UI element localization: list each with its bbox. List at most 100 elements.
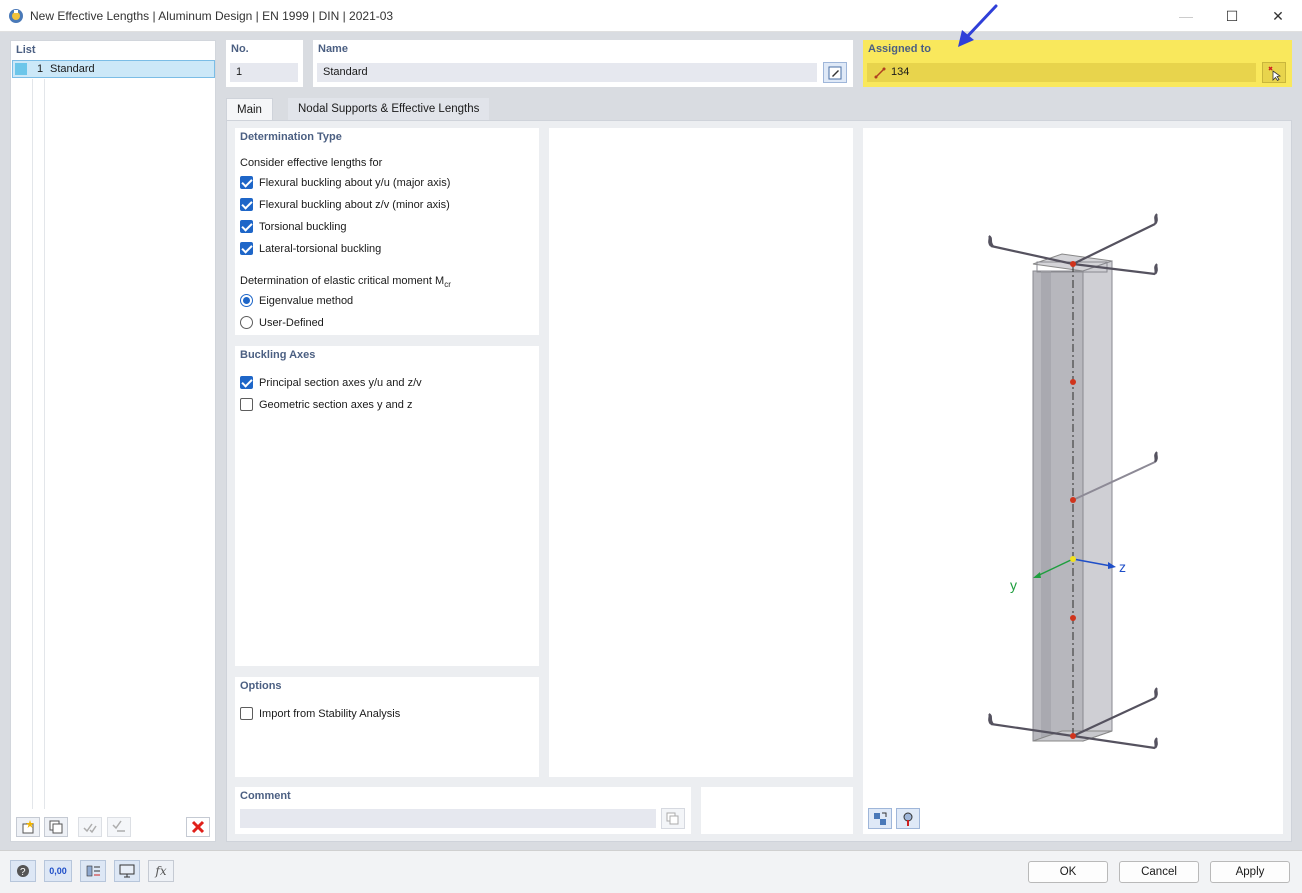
new-item-icon <box>20 819 36 835</box>
flexural-yu-label: Flexural buckling about y/u (major axis) <box>259 177 450 189</box>
name-field[interactable]: Standard <box>317 63 817 82</box>
new-item-button[interactable] <box>16 817 40 837</box>
delete-button[interactable] <box>186 817 210 837</box>
model-icon <box>85 863 101 879</box>
cancel-button[interactable]: Cancel <box>1119 861 1199 883</box>
break-symbol <box>1155 264 1157 274</box>
check-button[interactable] <box>78 817 102 837</box>
mcr-subscript: cr <box>444 280 451 289</box>
select-members-button[interactable] <box>1262 62 1286 83</box>
break-symbol <box>989 714 993 724</box>
mcr-text: Determination of elastic critical moment… <box>240 275 444 287</box>
break-symbol <box>989 236 993 246</box>
torsional-label: Torsional buckling <box>259 221 346 233</box>
node-marker <box>1070 497 1076 503</box>
formula-icon: fx <box>155 864 166 878</box>
middle-panel <box>549 128 853 777</box>
flexural-yu-checkbox[interactable] <box>240 176 253 189</box>
eigenvalue-radio[interactable] <box>240 294 253 307</box>
lateral-torsional-label: Lateral-torsional buckling <box>259 243 381 255</box>
user-defined-label: User-Defined <box>259 317 324 329</box>
delete-icon <box>191 820 205 834</box>
break-symbol <box>1155 214 1157 224</box>
formula-button[interactable]: fx <box>148 860 174 882</box>
number-panel: No. 1 <box>226 40 303 87</box>
ok-button[interactable]: OK <box>1028 861 1108 883</box>
determination-panel: Determination Type Consider effective le… <box>235 128 539 335</box>
check-list-icon <box>82 819 98 835</box>
comment-field[interactable] <box>240 809 656 828</box>
geometric-axes-checkbox[interactable] <box>240 398 253 411</box>
tab-main[interactable]: Main <box>226 98 273 121</box>
comment-header: Comment <box>240 790 291 802</box>
mcr-label: Determination of elastic critical moment… <box>240 275 451 289</box>
copy-icon <box>48 819 64 835</box>
column-front-face <box>1033 271 1083 741</box>
break-symbol <box>1155 688 1157 698</box>
svg-text:?: ? <box>20 867 26 878</box>
break-symbol <box>1155 452 1157 462</box>
z-axis-label: z <box>1119 559 1126 575</box>
pick-cursor-icon <box>1266 65 1282 81</box>
eigenvalue-label: Eigenvalue method <box>259 295 353 307</box>
principal-axes-checkbox[interactable] <box>240 376 253 389</box>
comment-copy-button[interactable] <box>661 808 685 829</box>
y-axis-label: y <box>1010 577 1017 593</box>
number-label: No. <box>231 43 249 55</box>
torsional-checkbox[interactable] <box>240 220 253 233</box>
flexural-zv-label: Flexural buckling about z/v (minor axis) <box>259 199 450 211</box>
assigned-label: Assigned to <box>868 43 931 55</box>
maximize-button[interactable]: ☐ <box>1210 4 1254 28</box>
app-logo-icon <box>8 8 24 24</box>
color-swatch <box>15 63 27 75</box>
units-icon: 0,00 <box>49 866 67 876</box>
flexural-zv-checkbox[interactable] <box>240 198 253 211</box>
copy-item-button[interactable] <box>44 817 68 837</box>
model-button[interactable] <box>80 860 106 882</box>
close-window-button[interactable]: ✕ <box>1256 4 1300 28</box>
units-button[interactable]: 0,00 <box>44 860 72 882</box>
assigned-field[interactable]: 134 <box>867 63 1256 82</box>
import-stability-checkbox[interactable] <box>240 707 253 720</box>
member-icon <box>873 66 887 80</box>
lateral-torsional-checkbox[interactable] <box>240 242 253 255</box>
help-button[interactable]: ? <box>10 860 36 882</box>
principal-axes-label: Principal section axes y/u and z/v <box>259 377 422 389</box>
origin-marker <box>1070 556 1076 562</box>
options-panel: Options Import from Stability Analysis <box>235 677 539 777</box>
list-header: List <box>16 44 36 56</box>
list-item[interactable]: 1 Standard <box>12 60 215 78</box>
determination-header: Determination Type <box>240 131 342 143</box>
view-options-button[interactable] <box>868 808 892 829</box>
apply-button[interactable]: Apply <box>1210 861 1290 883</box>
node-marker <box>1070 379 1076 385</box>
list-panel: List 1 Standard <box>10 40 216 842</box>
tab-nodal-supports[interactable]: Nodal Supports & Effective Lengths <box>288 98 489 121</box>
number-field[interactable]: 1 <box>230 63 298 82</box>
window-title: New Effective Lengths | Aluminum Design … <box>30 9 393 23</box>
buckling-axes-panel: Buckling Axes Principal section axes y/u… <box>235 346 539 666</box>
preview-panel: y z <box>863 128 1283 834</box>
annotation-arrow-icon <box>950 0 1010 55</box>
list-grid-line <box>44 79 45 809</box>
assigned-panel: Assigned to 134 <box>863 40 1292 87</box>
name-panel: Name Standard <box>313 40 853 87</box>
title-bar: New Effective Lengths | Aluminum Design … <box>0 0 1302 32</box>
user-defined-radio[interactable] <box>240 316 253 329</box>
edit-name-button[interactable] <box>823 62 847 83</box>
list-item-number: 1 <box>37 63 43 75</box>
break-symbol <box>1155 738 1157 748</box>
display-settings-button[interactable] <box>896 808 920 829</box>
uncheck-button[interactable] <box>107 817 131 837</box>
display-button[interactable] <box>114 860 140 882</box>
minimize-button[interactable]: — <box>1164 4 1208 28</box>
consider-label: Consider effective lengths for <box>240 157 382 169</box>
display-icon <box>119 863 135 879</box>
node-marker <box>1070 261 1076 267</box>
comment-panel: Comment <box>235 787 691 834</box>
column-shade <box>1041 271 1051 741</box>
list-item-label: Standard <box>50 63 95 75</box>
help-icon: ? <box>15 863 31 879</box>
node-marker <box>1070 733 1076 739</box>
buckling-axes-header: Buckling Axes <box>240 349 315 361</box>
